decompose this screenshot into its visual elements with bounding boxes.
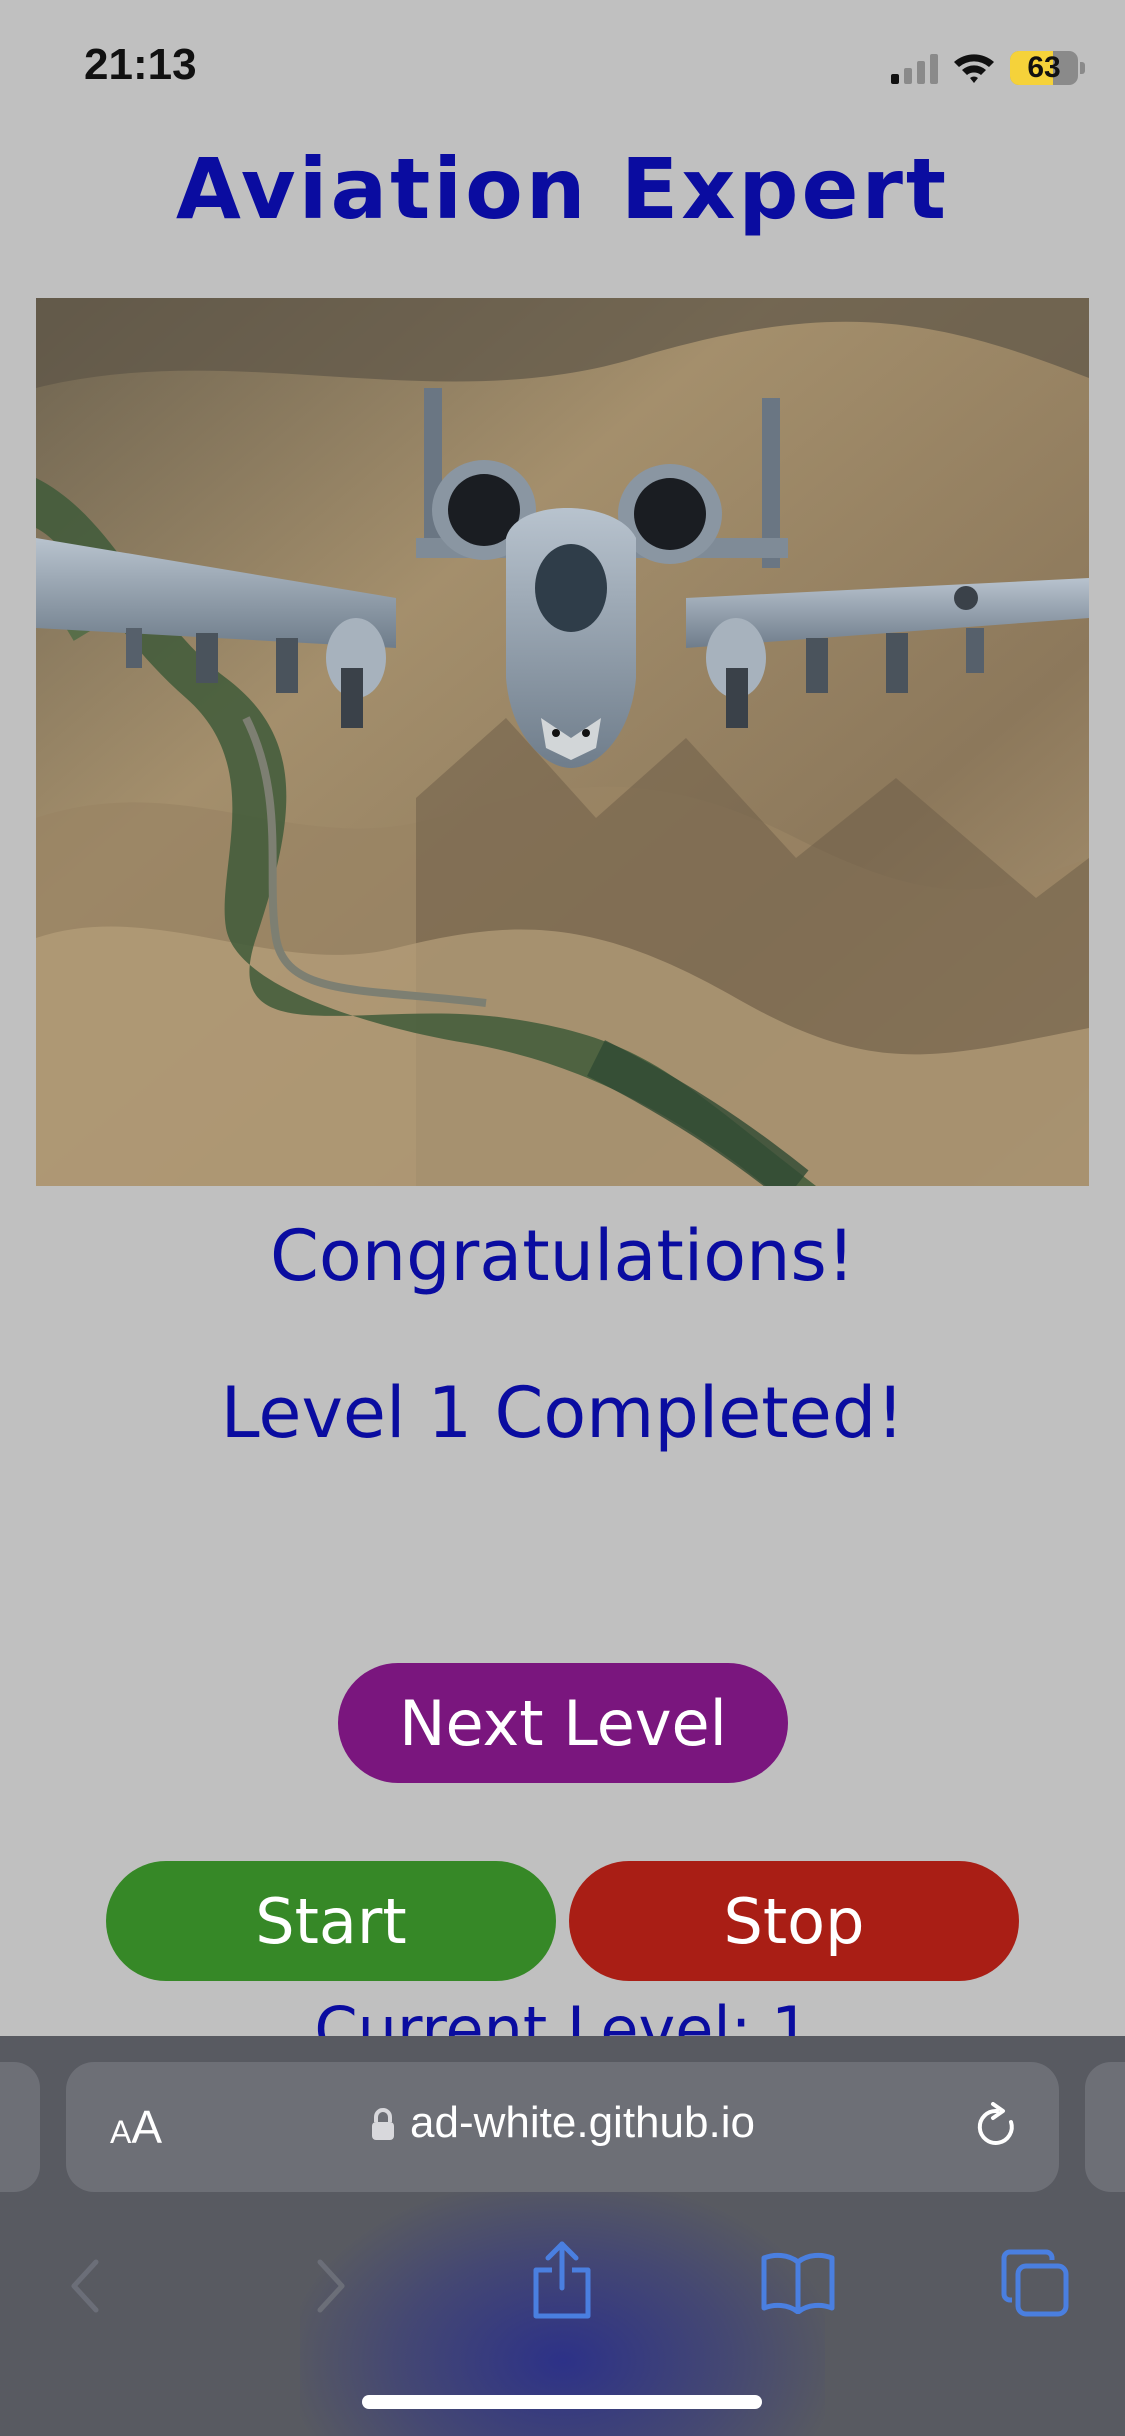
battery-tip — [1080, 62, 1085, 74]
url-text: ad-white.github.io — [410, 2098, 755, 2147]
congratulations-message: Congratulations! — [270, 1215, 855, 1297]
next-level-button[interactable]: Next Level — [338, 1663, 788, 1783]
back-icon[interactable] — [66, 2256, 106, 2316]
battery-icon: 63 — [1010, 51, 1078, 85]
page-title: Aviation Expert — [175, 140, 950, 238]
reload-icon[interactable] — [973, 2102, 1021, 2152]
address-bar[interactable]: AA ad-white.github.io — [66, 2062, 1059, 2192]
next-tab-preview[interactable] — [1085, 2062, 1125, 2192]
previous-tab-preview[interactable] — [0, 2062, 40, 2192]
hero-image — [36, 298, 1089, 1186]
share-icon[interactable] — [530, 2240, 594, 2320]
lock-icon — [372, 2108, 395, 2141]
aircraft-over-mountains-image — [36, 298, 1089, 1186]
battery-percent: 63 — [1027, 51, 1061, 84]
start-button[interactable]: Start — [106, 1861, 556, 1981]
bookmarks-icon[interactable] — [760, 2250, 836, 2314]
stop-button[interactable]: Stop — [569, 1861, 1019, 1981]
browser-chrome: AA ad-white.github.io — [0, 2036, 1125, 2436]
level-completed-message: Level 1 Completed! — [220, 1372, 905, 1454]
browser-toolbar — [0, 2226, 1125, 2366]
wifi-icon — [954, 54, 994, 83]
forward-icon[interactable] — [310, 2256, 350, 2316]
status-icons: 63 — [891, 48, 1085, 88]
home-indicator[interactable] — [362, 2395, 762, 2409]
tabs-icon[interactable] — [1000, 2248, 1070, 2318]
status-time: 21:13 — [84, 40, 197, 89]
url-display[interactable]: ad-white.github.io — [66, 2098, 1059, 2148]
cellular-signal-icon — [891, 52, 938, 84]
status-bar: 21:13 63 — [0, 0, 1125, 130]
current-level-text: Current Level: 1 — [314, 1993, 811, 2036]
